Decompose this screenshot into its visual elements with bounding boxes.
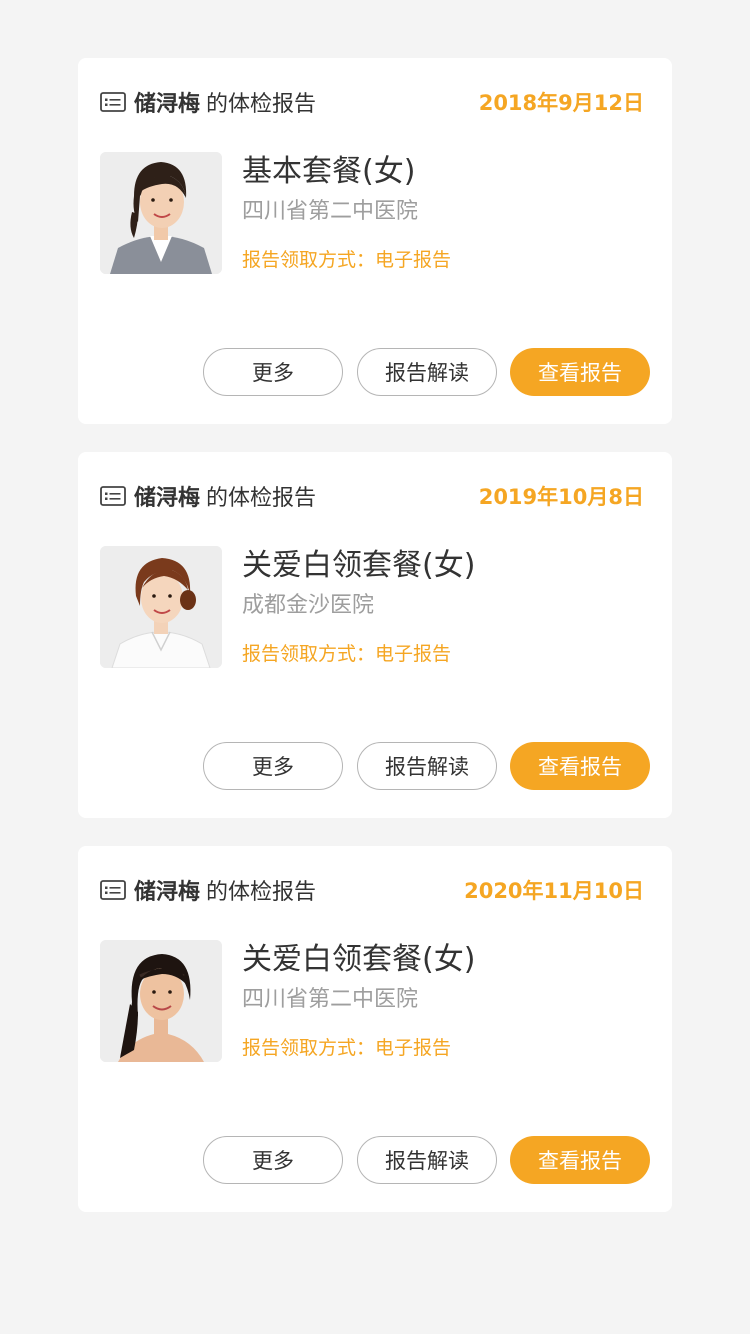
report-card: 储浔梅 的体检报告 2018年9月12日 基本套餐(女) 四川省第二中医院 报告… — [78, 58, 672, 424]
report-interpret-button[interactable]: 报告解读 — [357, 1136, 497, 1184]
report-card: 储浔梅 的体检报告 2019年10月8日 关爱白领套餐(女) 成都金沙医院 报告… — [78, 452, 672, 818]
report-list-icon — [100, 91, 126, 113]
report-title-suffix: 的体检报告 — [206, 486, 317, 511]
report-list-icon — [100, 879, 126, 901]
report-method: 报告领取方式：电子报告 — [242, 1037, 452, 1059]
view-report-button[interactable]: 查看报告 — [510, 348, 650, 396]
patient-photo — [100, 940, 222, 1062]
report-interpret-button[interactable]: 报告解读 — [357, 348, 497, 396]
report-title-suffix: 的体检报告 — [206, 880, 317, 905]
report-method: 报告领取方式：电子报告 — [242, 643, 452, 665]
report-list-icon — [100, 485, 126, 507]
hospital-name: 四川省第二中医院 — [242, 199, 419, 224]
report-title-suffix: 的体检报告 — [206, 92, 317, 117]
patient-photo — [100, 546, 222, 668]
view-report-button[interactable]: 查看报告 — [510, 742, 650, 790]
hospital-name: 成都金沙医院 — [242, 593, 375, 618]
card-header: 储浔梅 的体检报告 2020年11月10日 — [100, 874, 644, 906]
report-date: 2018年9月12日 — [478, 91, 644, 115]
more-button[interactable]: 更多 — [203, 1136, 343, 1184]
view-report-button[interactable]: 查看报告 — [510, 1136, 650, 1184]
report-interpret-button[interactable]: 报告解读 — [357, 742, 497, 790]
owner-name: 储浔梅 — [134, 486, 201, 511]
patient-photo — [100, 152, 222, 274]
package-name: 基本套餐(女) — [242, 154, 416, 189]
owner-name: 储浔梅 — [134, 92, 201, 117]
package-name: 关爱白领套餐(女) — [242, 548, 476, 583]
card-header: 储浔梅 的体检报告 2019年10月8日 — [100, 480, 644, 512]
report-method: 报告领取方式：电子报告 — [242, 249, 452, 271]
more-button[interactable]: 更多 — [203, 348, 343, 396]
report-date: 2020年11月10日 — [464, 879, 644, 903]
package-name: 关爱白领套餐(女) — [242, 942, 476, 977]
more-button[interactable]: 更多 — [203, 742, 343, 790]
report-card: 储浔梅 的体检报告 2020年11月10日 关爱白领套餐(女) 四川省第二中医院… — [78, 846, 672, 1212]
hospital-name: 四川省第二中医院 — [242, 987, 419, 1012]
owner-name: 储浔梅 — [134, 880, 201, 905]
card-header: 储浔梅 的体检报告 2018年9月12日 — [100, 86, 644, 118]
report-date: 2019年10月8日 — [478, 485, 644, 509]
